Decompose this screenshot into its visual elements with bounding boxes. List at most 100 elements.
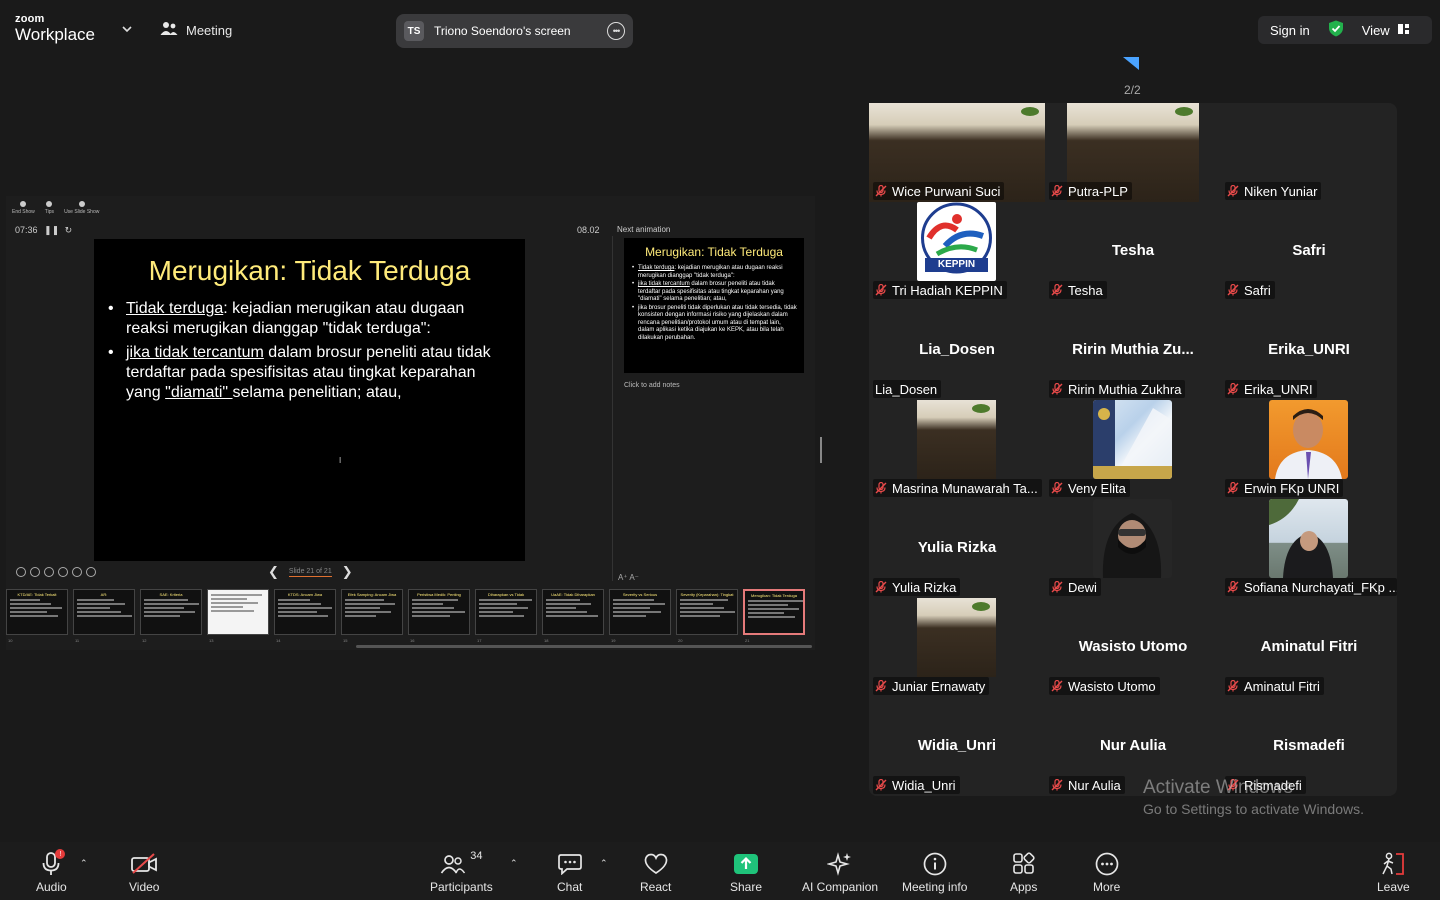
slide-thumbnail-line — [748, 600, 803, 602]
participant-name: Wasisto Utomo — [1068, 678, 1156, 694]
slide-thumbnail[interactable]: KTDS: Ancam Jiwa — [274, 589, 336, 635]
participant-tile[interactable]: Juniar Ernawaty — [869, 598, 1045, 697]
participant-tile[interactable]: Niken Yuniar — [1221, 103, 1397, 202]
slide-thumbnail[interactable]: Merugikan: Tidak Terduga — [743, 589, 805, 635]
slide-thumbnail-line — [613, 603, 665, 605]
participant-tile[interactable]: Wice Purwani Suci — [869, 103, 1045, 202]
share-button[interactable]: Share — [730, 851, 762, 894]
slide-thumbnail-line — [345, 611, 391, 613]
meeting-label: Meeting — [186, 23, 233, 38]
text-cursor-icon: I — [339, 456, 342, 465]
chat-icon — [557, 851, 582, 877]
chevron-down-icon[interactable] — [122, 22, 132, 36]
slide-thumbnail[interactable] — [207, 589, 269, 635]
slide-thumbnail[interactable]: Severity vs Serious — [609, 589, 671, 635]
participant-tile[interactable]: Sofiana Nurchayati_FKp ... — [1221, 499, 1397, 598]
participant-tile[interactable]: Safri Safri — [1221, 202, 1397, 301]
participant-tile[interactable]: Erika_UNRI Erika_UNRI — [1221, 301, 1397, 400]
slide-thumbnail-line — [613, 607, 650, 609]
encryption-shield-icon[interactable] — [1328, 20, 1344, 40]
slide-thumbnail[interactable]: AR: — [73, 589, 135, 635]
slide-thumbnail-line — [211, 602, 258, 604]
participant-tile[interactable]: Wasisto Utomo Wasisto Utomo — [1045, 598, 1221, 697]
slide-thumbnail-line — [479, 607, 528, 609]
participant-photo — [1269, 400, 1348, 479]
video-button[interactable]: Video — [129, 851, 159, 894]
end-show-button: End Show — [12, 201, 35, 215]
slide-thumbnail-line — [10, 607, 62, 609]
next-slide-icon: ❯ — [341, 564, 353, 579]
participant-tile[interactable]: Putra-PLP — [1045, 103, 1221, 202]
bullet-2-term-2: "diamati" — [165, 384, 233, 401]
participant-name-label: Ririn Muthia Zukhra — [1049, 380, 1186, 398]
slide-thumbnail-line — [479, 599, 532, 601]
participant-name: Erwin FKp UNRI — [1244, 480, 1340, 496]
participant-name: Widia_Unri — [892, 777, 956, 793]
slide-thumbnail[interactable]: Severity (Keparahan): Tingkat — [676, 589, 738, 635]
meeting-info-button[interactable]: Meeting info — [902, 851, 967, 894]
participant-name-label: Aminatul Fitri — [1225, 677, 1324, 695]
audio-button[interactable]: ! Audio — [36, 849, 67, 894]
slide-thumbnail-title: Diharapkan vs Tidak — [487, 592, 525, 597]
participant-tile[interactable]: Tesha Tesha — [1045, 202, 1221, 301]
participant-tile[interactable]: Erwin FKp UNRI — [1221, 400, 1397, 499]
meeting-button[interactable]: Meeting — [160, 21, 232, 40]
current-slide: Merugikan: Tidak Terduga Tidak terduga: … — [94, 239, 525, 561]
audio-options-chevron-icon[interactable]: ⌃ — [80, 858, 88, 869]
muted-mic-icon — [875, 580, 887, 593]
slide-thumbnail-line — [10, 611, 47, 613]
participants-button[interactable]: 34 Participants — [430, 850, 493, 894]
slide-thumbnail-line — [680, 607, 724, 609]
participant-tile[interactable]: Yulia Rizka Yulia Rizka — [869, 499, 1045, 598]
panel-splitter-handle[interactable] — [820, 437, 822, 463]
apps-button[interactable]: Apps — [1010, 851, 1037, 894]
shared-screen-content[interactable]: End Show Tips Use Slide Show 07:36 ❚❚ ↻ … — [6, 196, 815, 650]
zoom-icon — [30, 567, 40, 577]
ai-companion-button[interactable]: AI Companion — [802, 851, 878, 894]
participant-name-label: Safri — [1225, 281, 1275, 299]
muted-mic-icon — [875, 778, 887, 791]
slide-title: Merugikan: Tidak Terduga — [148, 255, 471, 286]
chat-options-chevron-icon[interactable]: ⌃ — [600, 858, 608, 869]
slide-thumbnail-line — [10, 603, 51, 605]
next-slide-preview: Merugikan: Tidak Terduga Tidak terduga: … — [624, 238, 804, 373]
slide-thumbnail[interactable]: Peristiwa Medik: Penting — [408, 589, 470, 635]
slide-thumbnail[interactable]: Diharapkan vs Tidak — [475, 589, 537, 635]
thumbnail-scrollbar — [356, 645, 812, 648]
slide-thumbnail[interactable]: KTD/AE: Tidak Terkait — [6, 589, 68, 635]
participant-tile[interactable]: Masrina Munawarah Ta... — [869, 400, 1045, 499]
slide-thumbnail-line — [613, 611, 661, 613]
participant-tile[interactable]: Dewi — [1045, 499, 1221, 598]
participant-display-name: Tesha — [1111, 242, 1155, 259]
participant-tile[interactable]: Veny Elita — [1045, 400, 1221, 499]
sign-in-button[interactable]: Sign in — [1270, 23, 1310, 38]
participant-tile[interactable]: Lia_Dosen Lia_Dosen — [869, 301, 1045, 400]
participant-tile[interactable]: Ririn Muthia Zu... Ririn Muthia Zukhra — [1045, 301, 1221, 400]
slide-thumbnail[interactable]: UaAE: Tidak Diharapkan — [542, 589, 604, 635]
participant-tile[interactable]: Widia_Unri Widia_Unri — [869, 697, 1045, 796]
participant-name: Safri — [1244, 282, 1271, 298]
slide-thumbnail-line — [412, 615, 450, 617]
slide-bullets: Tidak terduga: kejadian merugikan atau d… — [108, 299, 505, 403]
previous-slide-icon: ❮ — [268, 564, 279, 579]
view-button[interactable]: View — [1362, 23, 1410, 38]
more-button[interactable]: More — [1093, 851, 1120, 894]
previous-page-icon[interactable] — [1123, 57, 1139, 70]
keppin-logo: KEPPIN — [917, 202, 996, 281]
more-options-icon[interactable]: ••• — [607, 22, 625, 40]
presenter-divider — [612, 236, 613, 581]
shared-screen-indicator[interactable]: TS Triono Soendoro's screen ••• — [396, 14, 633, 48]
muted-mic-icon — [1227, 283, 1239, 296]
zoom-workplace-logo[interactable]: zoom Workplace — [15, 14, 95, 44]
participant-tile[interactable]: KEPPIN Tri Hadiah KEPPIN — [869, 202, 1045, 301]
slide-thumbnail[interactable]: SAE: Kriteria — [140, 589, 202, 635]
chat-button[interactable]: Chat — [557, 851, 582, 894]
slide-thumbnail-line — [77, 603, 125, 605]
next-bullet-2-term: jika tidak tercantum — [638, 281, 690, 287]
leave-button[interactable]: Leave — [1377, 851, 1410, 894]
participant-tile[interactable]: Aminatul Fitri Aminatul Fitri — [1221, 598, 1397, 697]
react-button[interactable]: React — [640, 851, 671, 894]
participant-display-name: Erika_UNRI — [1268, 341, 1350, 358]
slide-thumbnail[interactable]: Efek Samping: Ancam Jiwa — [341, 589, 403, 635]
participants-options-chevron-icon[interactable]: ⌃ — [510, 858, 518, 869]
